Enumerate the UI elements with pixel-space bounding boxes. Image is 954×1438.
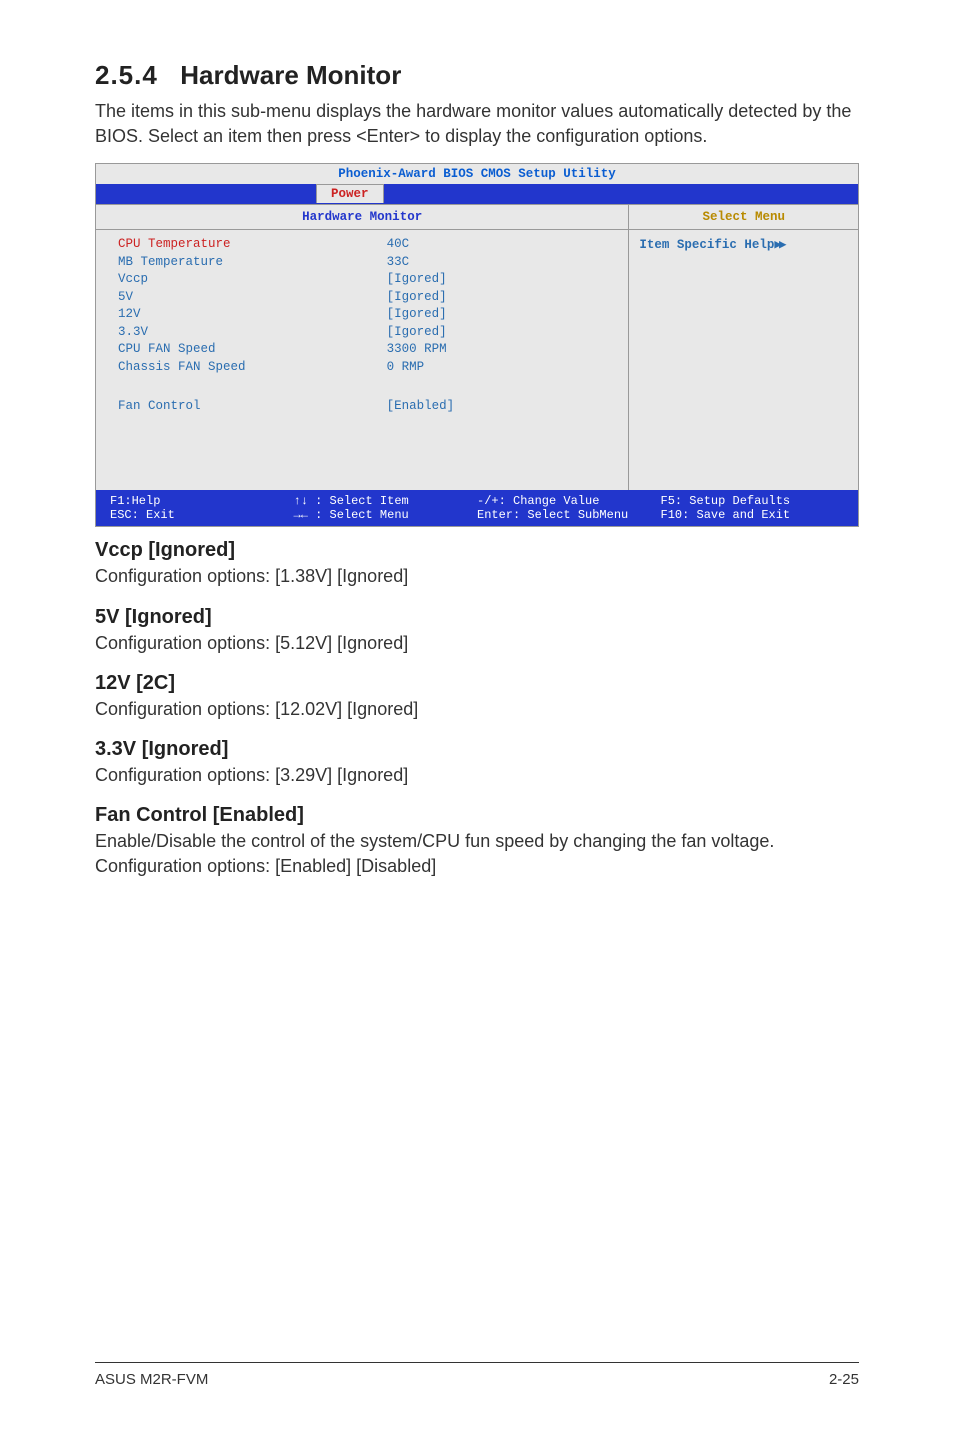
row-label: Vccp (118, 271, 387, 289)
row-value: [Igored] (387, 306, 607, 324)
row-label: 3.3V (118, 324, 387, 342)
bios-left-header: Hardware Monitor (96, 205, 628, 230)
bios-main: Hardware Monitor CPU Temperature 40C MB … (96, 204, 858, 490)
option-desc: Configuration options: [12.02V] [Ignored… (95, 697, 859, 722)
row-label: Fan Control (118, 398, 387, 416)
row-value: [Igored] (387, 324, 607, 342)
row-value: [Igored] (387, 271, 607, 289)
footer-col: -/+: Change Value Enter: Select SubMenu (477, 494, 661, 522)
row-label: 5V (118, 289, 387, 307)
chevron-right-icon: ▶▶ (774, 238, 783, 252)
footer-key: ESC: Exit (110, 508, 175, 522)
footer-col: F5: Setup Defaults F10: Save and Exit (661, 494, 845, 522)
footer-left: ASUS M2R-FVM (95, 1371, 208, 1388)
option-heading-3-3v: 3.3V [Ignored] (95, 738, 859, 761)
table-row[interactable]: Chassis FAN Speed 0 RMP (118, 359, 606, 377)
row-value: [Enabled] (387, 398, 607, 416)
section-title: Hardware Monitor (180, 60, 401, 90)
row-value: 3300 RPM (387, 341, 607, 359)
option-desc: Configuration options: [3.29V] [Ignored] (95, 763, 859, 788)
bios-left-panel: Hardware Monitor CPU Temperature 40C MB … (96, 205, 629, 490)
bios-right-header: Select Menu (629, 205, 858, 230)
section-heading: 2.5.4 Hardware Monitor (95, 60, 859, 91)
row-value: 40C (387, 236, 607, 254)
table-row[interactable]: CPU Temperature 40C (118, 236, 606, 254)
footer-col: ↑↓ : Select Item →← : Select Menu (294, 494, 478, 522)
intro-paragraph: The items in this sub-menu displays the … (95, 99, 859, 149)
footer-col: F1:Help ESC: Exit (110, 494, 294, 522)
option-desc: Configuration options: [5.12V] [Ignored] (95, 631, 859, 656)
footer-key: -/+: Change Value (477, 494, 599, 508)
bios-title: Phoenix-Award BIOS CMOS Setup Utility (96, 164, 858, 184)
bios-right-panel: Select Menu Item Specific Help▶▶ (629, 205, 858, 490)
option-heading-5v: 5V [Ignored] (95, 606, 859, 629)
option-desc: Enable/Disable the control of the system… (95, 829, 859, 879)
bios-tab-row: Power (96, 184, 858, 204)
option-heading-fan-control: Fan Control [Enabled] (95, 804, 859, 827)
footer-key: F1:Help (110, 494, 160, 508)
bios-footer: F1:Help ESC: Exit ↑↓ : Select Item →← : … (96, 490, 858, 526)
table-row[interactable]: Vccp [Igored] (118, 271, 606, 289)
section-number: 2.5.4 (95, 60, 158, 90)
row-label: CPU Temperature (118, 236, 387, 254)
footer-key: →← : Select Menu (294, 508, 409, 522)
table-row[interactable]: 3.3V [Igored] (118, 324, 606, 342)
row-label: 12V (118, 306, 387, 324)
spacer (118, 376, 606, 398)
footer-key: F10: Save and Exit (661, 508, 791, 522)
row-label: MB Temperature (118, 254, 387, 272)
bios-help-text: Item Specific Help (639, 238, 774, 252)
row-label: CPU FAN Speed (118, 341, 387, 359)
option-heading-12v: 12V [2C] (95, 672, 859, 695)
page-footer: ASUS M2R-FVM 2-25 (95, 1362, 859, 1388)
bios-left-body: CPU Temperature 40C MB Temperature 33C V… (96, 230, 628, 490)
footer-key: ↑↓ : Select Item (294, 494, 409, 508)
row-label: Chassis FAN Speed (118, 359, 387, 377)
bios-tab-power[interactable]: Power (316, 184, 384, 203)
row-value: 0 RMP (387, 359, 607, 377)
table-row[interactable]: MB Temperature 33C (118, 254, 606, 272)
row-value: 33C (387, 254, 607, 272)
option-desc: Configuration options: [1.38V] [Ignored] (95, 564, 859, 589)
footer-key: Enter: Select SubMenu (477, 508, 628, 522)
table-row[interactable]: CPU FAN Speed 3300 RPM (118, 341, 606, 359)
footer-key: F5: Setup Defaults (661, 494, 791, 508)
table-row[interactable]: 5V [Igored] (118, 289, 606, 307)
table-row[interactable]: 12V [Igored] (118, 306, 606, 324)
option-heading-vccp: Vccp [Ignored] (95, 539, 859, 562)
table-row[interactable]: Fan Control [Enabled] (118, 398, 606, 416)
footer-right: 2-25 (829, 1371, 859, 1388)
bios-screenshot: Phoenix-Award BIOS CMOS Setup Utility Po… (95, 163, 859, 527)
row-value: [Igored] (387, 289, 607, 307)
bios-help-area: Item Specific Help▶▶ (629, 230, 858, 258)
